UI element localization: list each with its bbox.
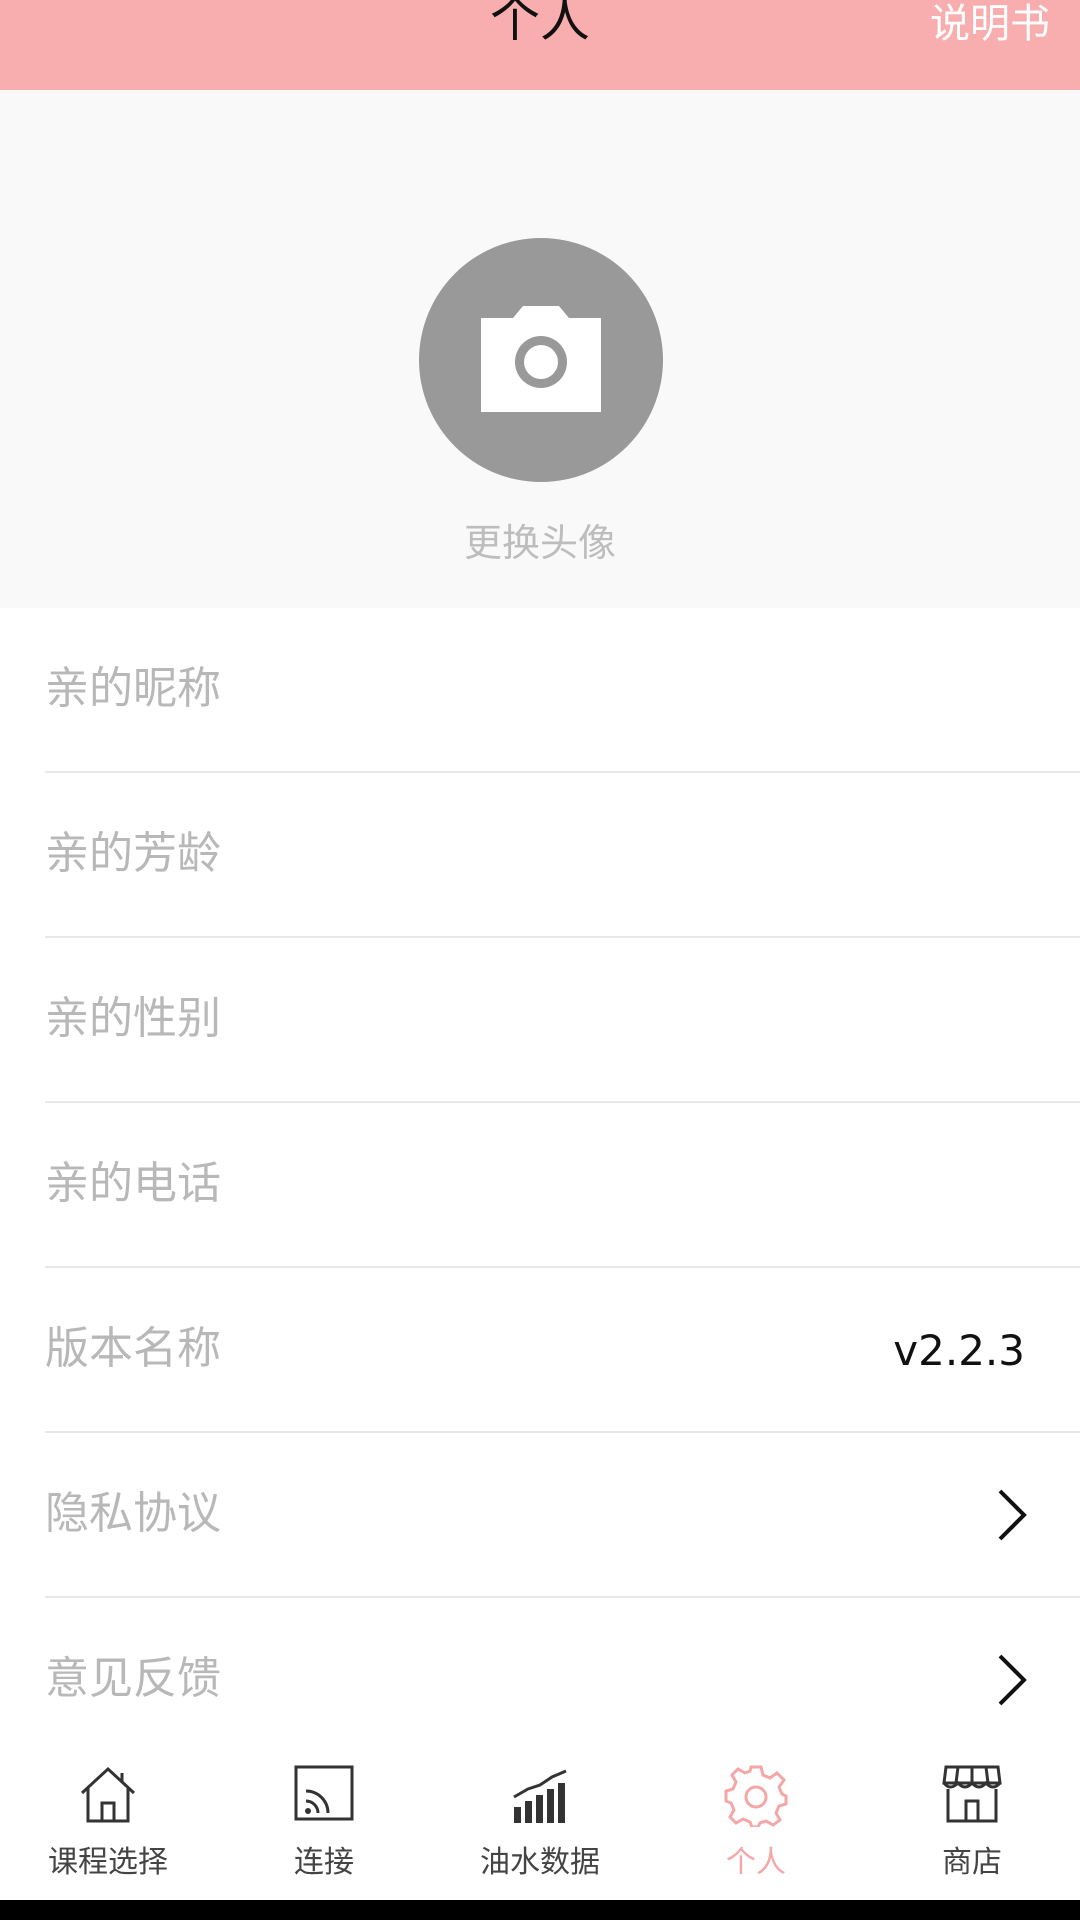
row-label: 亲的性别 <box>45 993 221 1044</box>
tab-personal[interactable]: 个人 <box>648 1735 864 1900</box>
tab-label: 连接 <box>294 1845 354 1880</box>
store-icon <box>942 1765 1002 1823</box>
row-version: 版本名称 v2.2.3 <box>45 1268 1080 1433</box>
page-title: 个人 <box>490 0 590 48</box>
chevron-right-icon <box>998 1489 1027 1541</box>
tab-store[interactable]: 商店 <box>864 1735 1080 1900</box>
bottom-tab-bar: 课程选择 连接 油水数据 个人 商店 <box>0 1735 1080 1900</box>
tab-course-selection[interactable]: 课程选择 <box>0 1735 216 1900</box>
row-nickname[interactable]: 亲的昵称 <box>45 608 1080 773</box>
tab-label: 油水数据 <box>480 1845 600 1880</box>
row-label: 版本名称 <box>45 1323 221 1374</box>
row-label: 隐私协议 <box>45 1488 221 1539</box>
camera-icon <box>481 306 601 412</box>
avatar-button[interactable] <box>419 238 663 482</box>
row-gender[interactable]: 亲的性别 <box>45 938 1080 1103</box>
manual-button[interactable]: 说明书 <box>930 4 1050 44</box>
tab-label: 课程选择 <box>48 1845 168 1880</box>
version-value: v2.2.3 <box>893 1326 1025 1375</box>
tab-oil-water-data[interactable]: 油水数据 <box>432 1735 648 1900</box>
row-label: 亲的昵称 <box>45 663 221 714</box>
tab-connect[interactable]: 连接 <box>216 1735 432 1900</box>
gear-icon <box>724 1765 788 1827</box>
row-label: 亲的芳龄 <box>45 828 221 879</box>
avatar-section: 更换头像 <box>0 90 1080 608</box>
bar-chart-icon <box>513 1769 567 1823</box>
row-label: 意见反馈 <box>45 1653 221 1704</box>
row-age[interactable]: 亲的芳龄 <box>45 773 1080 938</box>
house-icon <box>80 1766 136 1823</box>
chevron-right-icon <box>998 1654 1027 1706</box>
cast-icon <box>294 1765 354 1821</box>
row-phone[interactable]: 亲的电话 <box>45 1103 1080 1268</box>
row-privacy-policy[interactable]: 隐私协议 <box>45 1433 1080 1598</box>
row-label: 亲的电话 <box>45 1158 221 1209</box>
system-nav-bar <box>0 1900 1080 1920</box>
app-header: 个人 说明书 <box>0 0 1080 90</box>
change-avatar-label[interactable]: 更换头像 <box>0 512 1080 567</box>
tab-label: 个人 <box>726 1845 786 1880</box>
tab-label: 商店 <box>942 1845 1002 1880</box>
profile-list: 亲的昵称 亲的芳龄 亲的性别 亲的电话 版本名称 v2.2.3 隐私协议 意见反… <box>0 608 1080 1763</box>
